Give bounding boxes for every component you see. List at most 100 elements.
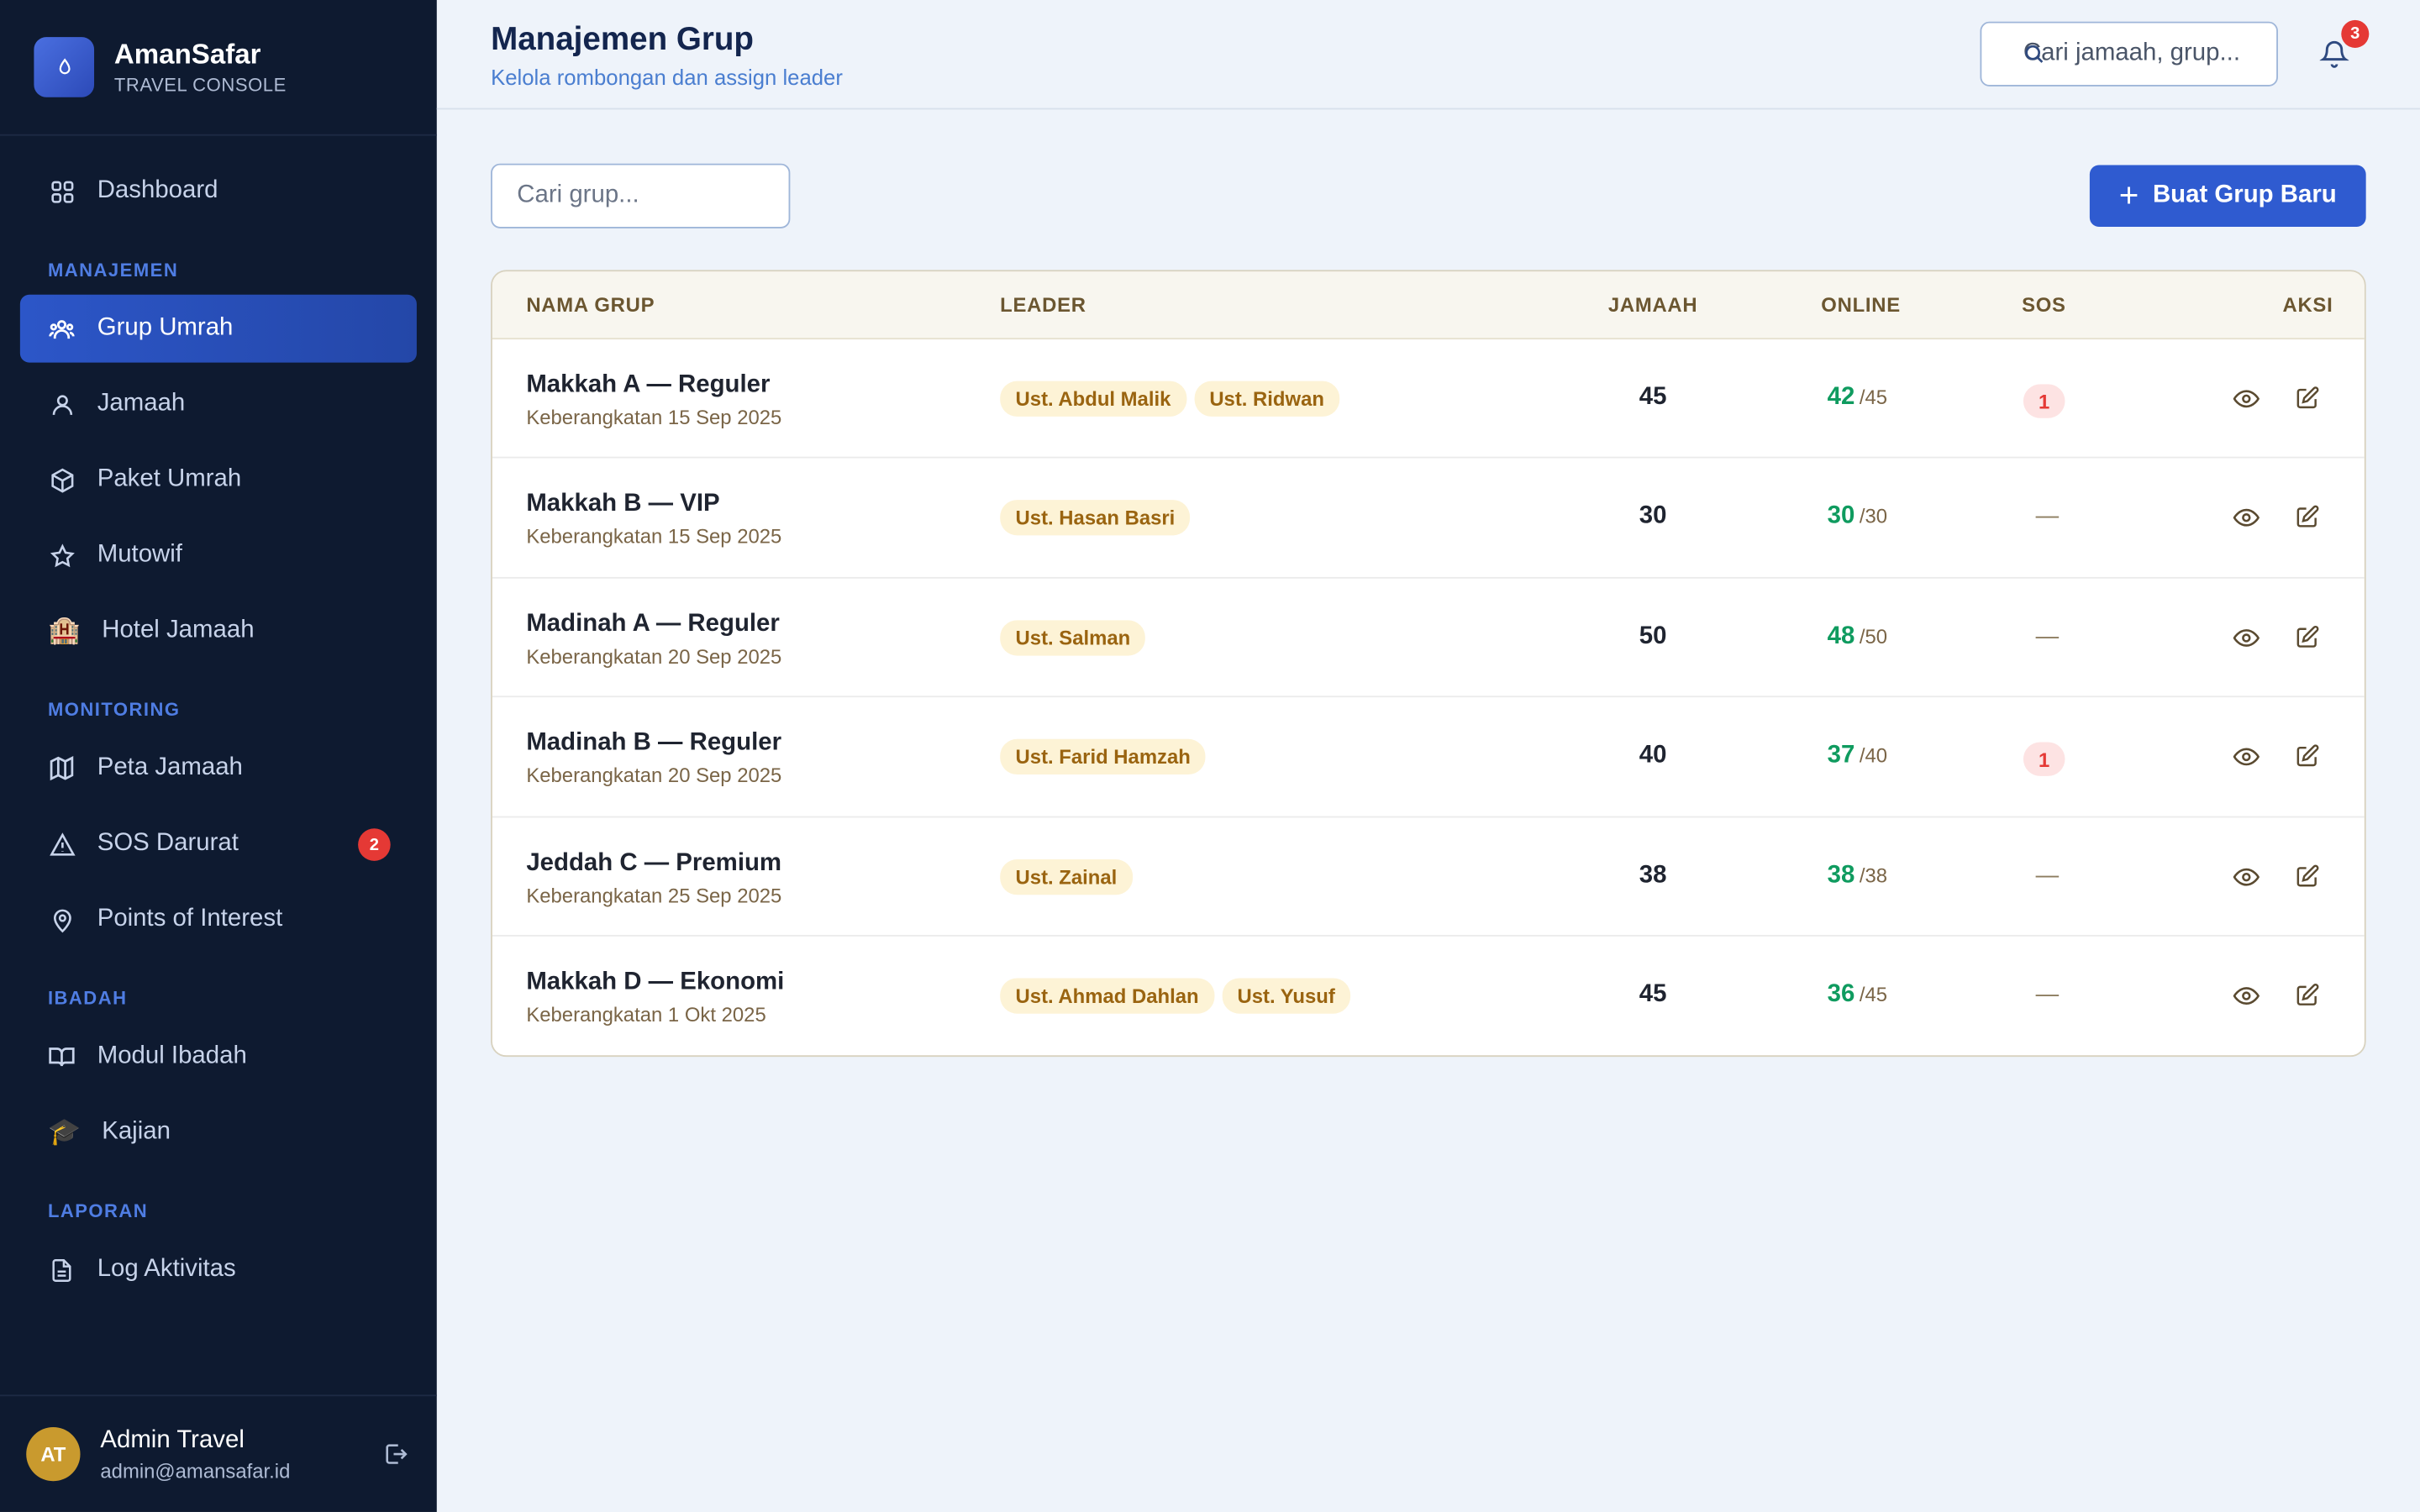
plus-icon: + <box>2118 176 2139 215</box>
sidebar-item-dashboard[interactable]: Dashboard <box>20 157 417 225</box>
group-name: Makkah D — Ekonomi <box>526 969 785 995</box>
online-count: 37/40 <box>1828 743 1887 770</box>
sidebar-item-label: Grup Umrah <box>97 314 234 341</box>
leader-chip: Ust. Hasan Basri <box>1000 500 1191 537</box>
leader-list: Ust. Ahmad Dahlan Ust. Yusuf <box>1000 978 1358 1014</box>
sidebar-item-label: Peta Jamaah <box>97 754 243 781</box>
search-icon <box>2023 43 2045 72</box>
group-departure-date: Keberangkatan 15 Sep 2025 <box>526 406 782 429</box>
column-aksi: AKSI <box>2282 292 2333 317</box>
edit-icon[interactable] <box>2295 983 2319 1016</box>
table-row[interactable]: Jeddah C — Premium Keberangkatan 25 Sep … <box>492 817 2365 937</box>
eye-icon[interactable] <box>2233 864 2260 897</box>
sidebar-item-label: SOS Darurat <box>97 830 239 857</box>
sidebar-item-kajian[interactable]: 🎓 Kajian <box>20 1099 417 1167</box>
sos-count-badge: 2 <box>358 828 391 861</box>
online-count: 42/45 <box>1828 384 1887 412</box>
sidebar-item-modul-ibadah[interactable]: Modul Ibadah <box>20 1023 417 1091</box>
eye-icon[interactable] <box>2233 983 2260 1016</box>
sos-empty: — <box>2035 622 2060 649</box>
edit-icon[interactable] <box>2295 624 2319 657</box>
notification-badge: 3 <box>2341 19 2370 48</box>
map-pin-icon <box>48 906 76 933</box>
eye-icon[interactable] <box>2233 505 2260 538</box>
column-online: ONLINE <box>1821 292 1901 317</box>
sidebar-item-label: Modul Ibadah <box>97 1042 247 1069</box>
group-departure-date: Keberangkatan 15 Sep 2025 <box>526 525 782 549</box>
sos-empty: — <box>2035 861 2060 889</box>
jamaah-count: 30 <box>1639 503 1667 530</box>
sidebar-item-jamaah[interactable]: Jamaah <box>20 370 417 438</box>
table-row[interactable]: Madinah B — Reguler Keberangkatan 20 Sep… <box>492 698 2365 817</box>
sidebar-item-log-aktivitas[interactable]: Log Aktivitas <box>20 1236 417 1304</box>
online-value: 37 <box>1827 742 1855 769</box>
sidebar-item-sos-darurat[interactable]: SOS Darurat 2 <box>20 810 417 878</box>
sidebar-item-label: Kajian <box>102 1118 171 1145</box>
online-count: 48/50 <box>1828 623 1887 651</box>
brand-logo-icon <box>34 37 95 97</box>
sidebar-item-peta-jamaah[interactable]: Peta Jamaah <box>20 734 417 802</box>
group-departure-date: Keberangkatan 1 Okt 2025 <box>526 1002 766 1026</box>
sidebar: AmanSafar TRAVEL CONSOLE Dashboard MANAJ… <box>0 0 437 1512</box>
column-jamaah: JAMAAH <box>1607 292 1698 317</box>
group-departure-date: Keberangkatan 25 Sep 2025 <box>526 883 782 907</box>
sos-empty: — <box>2035 503 2060 530</box>
file-text-icon <box>48 1256 76 1284</box>
sidebar-item-paket-umrah[interactable]: Paket Umrah <box>20 446 417 514</box>
eye-icon[interactable] <box>2233 744 2260 778</box>
edit-icon[interactable] <box>2295 505 2319 538</box>
jamaah-count: 45 <box>1639 981 1667 1008</box>
jamaah-count: 45 <box>1639 384 1667 411</box>
sos-badge: 1 <box>2023 742 2065 777</box>
table-row[interactable]: Makkah D — Ekonomi Keberangkatan 1 Okt 2… <box>492 937 2365 1056</box>
sos-badge: 1 <box>2023 384 2065 418</box>
brand-title: AmanSafar <box>113 38 261 70</box>
sidebar-item-label: Paket Umrah <box>97 465 242 492</box>
create-group-button[interactable]: + Buat Grup Baru <box>2089 165 2366 227</box>
online-count: 38/38 <box>1828 862 1887 890</box>
section-label-laporan: LAPORAN <box>47 1200 149 1222</box>
table-row[interactable]: Makkah B — VIP Keberangkatan 15 Sep 2025… <box>492 459 2365 579</box>
edit-icon[interactable] <box>2295 744 2319 777</box>
jamaah-count: 38 <box>1639 861 1667 889</box>
group-search-input[interactable]: Cari grup... <box>491 163 791 228</box>
table-row[interactable]: Madinah A — Reguler Keberangkatan 20 Sep… <box>492 578 2365 698</box>
group-name: Madinah B — Reguler <box>526 730 782 757</box>
groups-table: NAMA GRUP LEADER JAMAAH ONLINE SOS AKSI … <box>491 270 2366 1058</box>
eye-icon[interactable] <box>2233 386 2260 419</box>
eye-icon[interactable] <box>2233 624 2260 658</box>
table-row[interactable]: Makkah A — Reguler Keberangkatan 15 Sep … <box>492 339 2365 459</box>
section-label-manajemen: MANAJEMEN <box>47 259 179 281</box>
map-icon <box>48 754 76 782</box>
sidebar-nav: Dashboard MANAJEMEN Grup Umrah Jamaah Pa <box>0 136 437 1395</box>
sidebar-item-label: Dashboard <box>97 177 218 204</box>
section-label-monitoring: MONITORING <box>47 699 181 721</box>
online-total: /30 <box>1859 505 1888 528</box>
section-label-ibadah: IBADAH <box>47 987 128 1010</box>
sidebar-item-grup-umrah[interactable]: Grup Umrah <box>19 294 417 363</box>
sidebar-item-points-of-interest[interactable]: Points of Interest <box>20 885 417 953</box>
group-name: Makkah B — VIP <box>526 491 720 518</box>
edit-icon[interactable] <box>2295 386 2319 418</box>
column-sos: SOS <box>2022 292 2066 317</box>
logout-icon[interactable] <box>383 1441 409 1474</box>
sos-empty: — <box>2035 981 2060 1008</box>
leader-chip: Ust. Zainal <box>1000 858 1133 895</box>
column-nama-grup: NAMA GRUP <box>526 292 655 317</box>
group-name: Makkah A — Reguler <box>526 371 771 398</box>
leader-list: Ust. Hasan Basri <box>1000 500 1198 537</box>
online-total: /50 <box>1859 624 1888 648</box>
leader-list: Ust. Zainal <box>1000 858 1140 895</box>
sidebar-item-mutowif[interactable]: Mutowif <box>20 522 417 590</box>
online-value: 36 <box>1827 981 1855 1008</box>
sidebar-item-label: Mutowif <box>97 541 182 568</box>
edit-icon[interactable] <box>2295 864 2319 896</box>
leader-chip: Ust. Yusuf <box>1222 978 1351 1014</box>
sidebar-item-hotel-jamaah[interactable]: 🏨 Hotel Jamaah <box>20 597 417 665</box>
leader-chip: Ust. Ridwan <box>1193 381 1340 417</box>
group-name: Madinah A — Reguler <box>526 610 780 638</box>
leader-chip: Ust. Salman <box>1000 619 1146 656</box>
global-search-input[interactable]: Cari jamaah, grup... <box>1980 21 2278 87</box>
online-total: /40 <box>1859 743 1888 768</box>
user-icon <box>48 391 76 418</box>
